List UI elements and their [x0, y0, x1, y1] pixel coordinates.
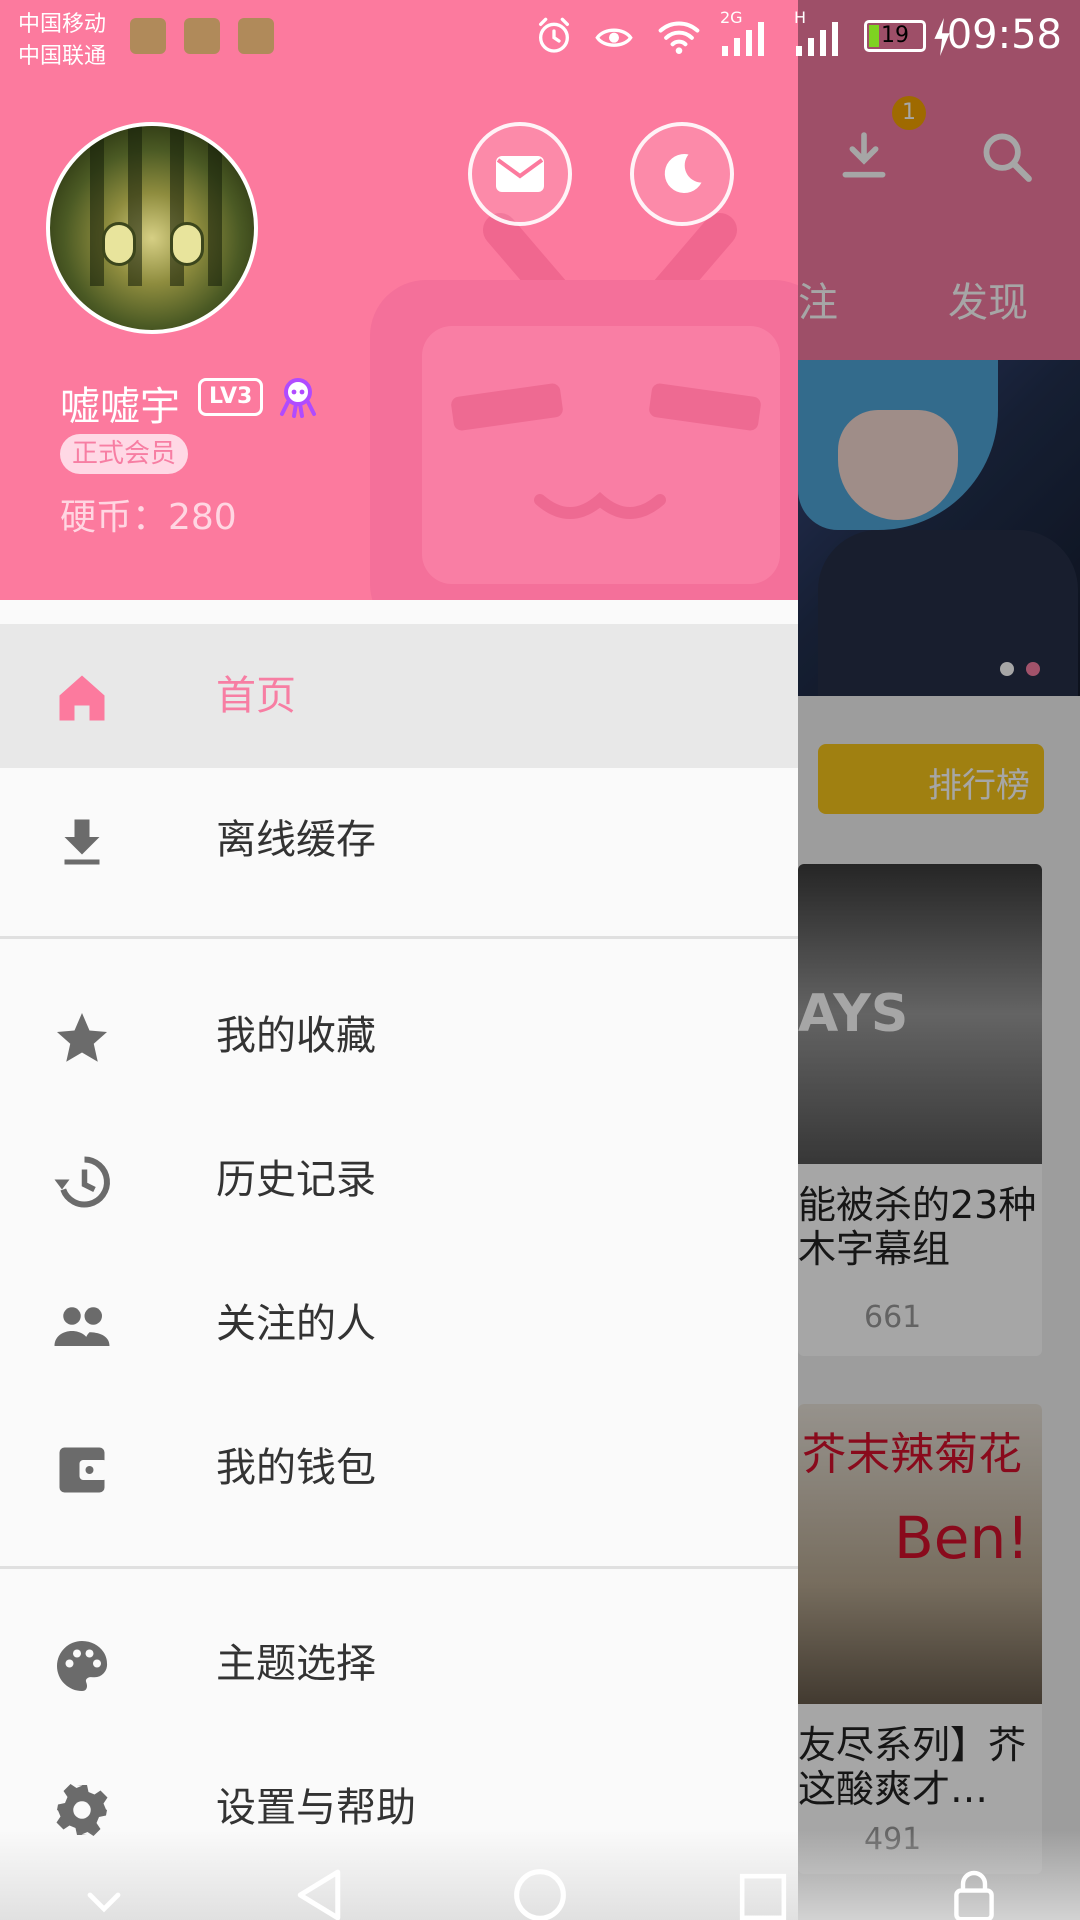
chevron-down-icon[interactable] [84, 1856, 124, 1920]
menu-item-label: 历史记录 [216, 1157, 376, 1203]
username[interactable]: 嘘嘘宇 [60, 374, 180, 432]
drawer-header: 嘘嘘宇 LV3 正式会员 硬币：280 [0, 0, 798, 600]
menu-item-label: 离线缓存 [216, 817, 376, 863]
home-icon [59, 675, 105, 721]
tv-mascot-icon [370, 213, 798, 600]
clock: 09:58 [946, 12, 1062, 58]
menu-divider [0, 1566, 798, 1569]
gallery-icon [238, 18, 274, 54]
alarm-icon [539, 17, 569, 53]
signal-icon [722, 22, 764, 56]
moon-icon [664, 154, 702, 194]
health-app-icon [130, 18, 166, 54]
menu-item-label: 关注的人 [216, 1301, 376, 1347]
menu-item-offline-cache[interactable]: 离线缓存 [0, 768, 798, 912]
usb-icon [184, 18, 220, 54]
avatar[interactable] [46, 122, 258, 334]
download-icon [64, 819, 100, 865]
messages-button[interactable] [468, 122, 572, 226]
night-mode-button[interactable] [630, 122, 734, 226]
eye-icon [595, 28, 633, 47]
people-icon [54, 1307, 110, 1346]
signal-icon-2 [796, 22, 838, 56]
menu-item-following[interactable]: 关注的人 [0, 1252, 798, 1396]
menu-item-label: 设置与帮助 [216, 1785, 416, 1831]
menu-item-label: 我的收藏 [216, 1013, 376, 1059]
lock-icon[interactable] [952, 1850, 996, 1920]
menu-item-label: 我的钱包 [216, 1445, 376, 1491]
menu-item-label: 首页 [216, 673, 296, 719]
menu-item-themes[interactable]: 主题选择 [0, 1592, 798, 1736]
carrier-label-2: 中国联通 [18, 44, 107, 69]
menu-item-label: 主题选择 [216, 1641, 376, 1687]
coin-balance: 硬币：280 [60, 497, 237, 538]
navigation-drawer: 嘘嘘宇 LV3 正式会员 硬币：280 首页 离线缓存 我的收藏 历史记录 关注… [0, 0, 798, 1920]
home-button-icon[interactable] [512, 1850, 568, 1920]
menu-divider [0, 936, 798, 939]
system-navigation-bar [0, 1830, 1080, 1920]
menu-item-home[interactable]: 首页 [0, 624, 798, 768]
battery-icon: 19 [864, 20, 926, 52]
menu-item-wallet[interactable]: 我的钱包 [0, 1396, 798, 1540]
recents-icon[interactable] [738, 1852, 788, 1920]
status-bar: 中国移动 中国联通 2G H 19 09:58 [0, 0, 1080, 72]
back-icon[interactable] [294, 1850, 344, 1920]
palette-icon [57, 1641, 108, 1691]
wallet-icon [59, 1447, 107, 1493]
mail-icon [496, 156, 544, 192]
menu-item-history[interactable]: 历史记录 [0, 1108, 798, 1252]
verified-octopus-icon [280, 378, 316, 418]
history-icon [54, 1156, 110, 1208]
menu-item-favorites[interactable]: 我的收藏 [0, 964, 798, 1108]
level-badge: LV3 [198, 378, 264, 416]
wifi-icon [658, 21, 700, 54]
battery-level: 19 [881, 23, 909, 48]
star-icon [57, 1013, 107, 1062]
member-status-badge: 正式会员 [60, 434, 189, 474]
carrier-label: 中国移动 [18, 12, 107, 37]
